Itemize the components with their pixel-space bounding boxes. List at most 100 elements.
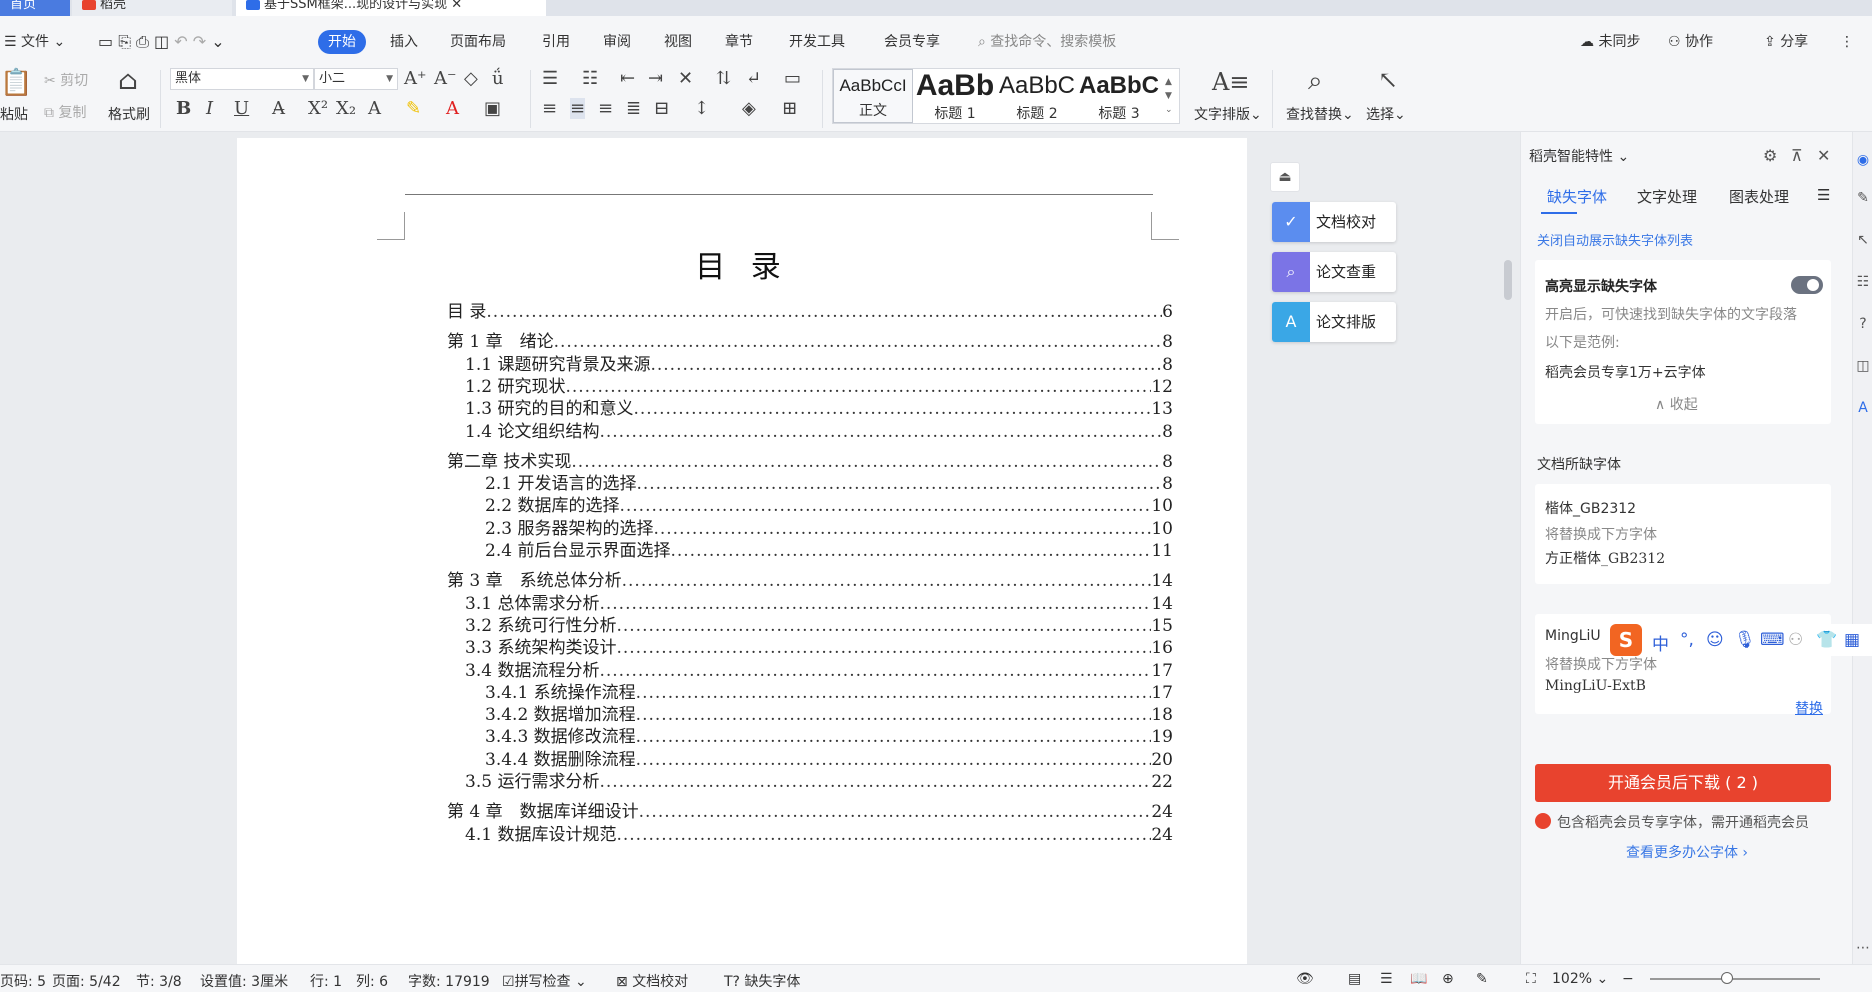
shrink-font-icon[interactable]: A⁻ [434, 68, 457, 89]
toolbox-icon[interactable]: ▦ [1844, 630, 1860, 650]
fonts-icon[interactable]: A [1855, 400, 1871, 416]
paste-icon[interactable]: 📋 [0, 68, 32, 98]
tab-missing-fonts[interactable]: 缺失字体 [1547, 186, 1607, 207]
panel-title[interactable]: 稻壳智能特性 ⌄ [1529, 146, 1629, 166]
keyboard-icon[interactable]: ⌨ [1760, 630, 1785, 650]
styles-scroll[interactable]: ▲ ▼ ⌄ [1165, 75, 1173, 117]
document-page[interactable]: 目 录 目 录6第 1 章 绪论81.1 课题研究背景及来源81.2 研究现状1… [237, 138, 1247, 964]
redo-icon[interactable]: ↷ [193, 32, 206, 51]
close-icon[interactable]: ✕ [1817, 146, 1830, 165]
decrease-indent-icon[interactable]: ⇤ [620, 68, 635, 89]
toc-entry[interactable]: 目 录 6 [447, 300, 1173, 322]
file-menu[interactable]: ☰ 文件 ⌄ [4, 30, 65, 54]
gear-icon[interactable]: ⚙ [1763, 146, 1777, 165]
increase-indent-icon[interactable]: ⇥ [648, 68, 663, 89]
align-left-icon[interactable]: ≡ [542, 98, 557, 119]
tab-document[interactable]: 基于SSM框架...现的设计与实现 ✕ [236, 0, 546, 16]
align-right-icon[interactable]: ≡ [598, 98, 613, 119]
menu-insert[interactable]: 插入 [390, 30, 418, 54]
bold-icon[interactable]: B [176, 98, 191, 119]
justify-icon[interactable]: ≣ [626, 98, 641, 119]
more-icon[interactable]: ⋯ [1855, 940, 1871, 956]
tab-text-processing[interactable]: 文字处理 [1637, 186, 1697, 207]
show-marks-icon[interactable]: ↵ [746, 68, 761, 89]
font-size-select[interactable]: 小二 ▼ [314, 68, 398, 90]
paste-button[interactable]: 粘贴 [0, 104, 28, 124]
toc-entry[interactable]: 4.1 数据库设计规范 24 [447, 823, 1173, 845]
style-heading-2[interactable]: AaBbC 标题 2 [997, 69, 1077, 123]
status-page[interactable]: 页面: 5/42 [52, 971, 121, 991]
customize-icon[interactable]: ⌄ [211, 32, 224, 51]
collapse-button[interactable]: ∧ 收起 [1655, 394, 1698, 414]
ruler-icon[interactable]: ▭ [784, 68, 801, 89]
thesis-layout-button[interactable]: A 论文排版 [1272, 302, 1396, 342]
superscript-icon[interactable]: X² [308, 98, 328, 119]
page-view-icon[interactable]: ▤ [1348, 971, 1361, 987]
menu-chapter[interactable]: 章节 [725, 30, 753, 54]
toc-entry[interactable]: 2.4 前后台显示界面选择 11 [447, 539, 1173, 561]
zoom-level[interactable]: 102% ⌄ [1552, 971, 1608, 987]
close-auto-show-link[interactable]: 关闭自动展示缺失字体列表 [1537, 230, 1693, 249]
tab-docer[interactable]: 稻壳 [72, 0, 232, 16]
menu-page-layout[interactable]: 页面布局 [450, 30, 506, 54]
text-layout-button[interactable]: 文字排版⌄ [1194, 104, 1262, 124]
find-replace-button[interactable]: 查找替换⌄ [1286, 104, 1354, 124]
replace-link[interactable]: 替换 [1795, 698, 1823, 718]
save-icon[interactable]: ▭ [98, 32, 113, 51]
sort-icon[interactable]: ⇅ [716, 68, 731, 89]
borders-icon[interactable]: ⊞ [782, 98, 797, 119]
tab-home[interactable]: 首页 [0, 0, 70, 16]
numbered-list-icon[interactable]: ☷ [582, 68, 598, 89]
print-preview-icon[interactable]: ◫ [154, 32, 169, 51]
char-border-icon[interactable]: ▣ [484, 98, 501, 119]
phonetic-icon[interactable]: ǘ [492, 68, 504, 89]
style-heading-1[interactable]: AaBb 标题 1 [915, 69, 995, 123]
doc-proofread-button[interactable]: ✓ 文档校对 [1272, 202, 1396, 242]
style-normal[interactable]: AaBbCcI 正文 [833, 69, 913, 123]
ime-mode[interactable]: 中 [1652, 630, 1669, 655]
cursor-icon[interactable]: ↖ [1378, 66, 1398, 94]
copy-button[interactable]: ⧉ 复制 [44, 102, 86, 122]
font-color-icon[interactable]: A [446, 98, 459, 119]
bullet-list-icon[interactable]: ☰ [542, 68, 558, 89]
menu-member[interactable]: 会员专享 [884, 30, 940, 54]
outline-view-icon[interactable]: ☰ [1380, 971, 1393, 987]
clear-format-icon[interactable]: ◇ [464, 68, 478, 89]
cut-button[interactable]: ✂ 剪切 [44, 70, 88, 90]
text-effect-icon[interactable]: A [368, 98, 381, 119]
more-fonts-link[interactable]: 查看更多办公字体 › [1521, 842, 1852, 862]
format-painter-button[interactable]: 格式刷 [108, 104, 150, 124]
menu-review[interactable]: 审阅 [603, 30, 631, 54]
strikethrough-icon[interactable]: A̶ [272, 98, 285, 119]
export-pdf-icon[interactable]: ⎘ [118, 32, 131, 51]
pen-icon[interactable]: ✎ [1476, 971, 1488, 987]
line-spacing-icon[interactable]: ↕ [694, 98, 709, 119]
more-icon[interactable]: ⋮ [1840, 30, 1854, 54]
thesis-check-button[interactable]: ⌕ 论文查重 [1272, 252, 1396, 292]
underline-icon[interactable]: U [234, 98, 249, 119]
share-button[interactable]: ⇪ 分享 [1764, 30, 1808, 54]
microphone-icon[interactable]: 🎙 [1734, 630, 1756, 650]
menu-start[interactable]: 开始 [318, 30, 366, 54]
status-word-count[interactable]: 字数: 17919 [408, 971, 490, 991]
command-search[interactable]: ⌕ 查找命令、搜索模板 [978, 30, 1116, 54]
menu-icon[interactable]: ☰ [1817, 186, 1830, 204]
menu-developer[interactable]: 开发工具 [789, 30, 845, 54]
toc-entry[interactable]: 1.4 论文组织结构 8 [447, 420, 1173, 442]
menu-view[interactable]: 视图 [664, 30, 692, 54]
style-heading-3[interactable]: AaBbC 标题 3 [1079, 69, 1159, 123]
vertical-scrollbar[interactable] [1502, 142, 1512, 964]
collaborate-button[interactable]: ⚇ 协作 [1668, 30, 1713, 54]
text-layout-icon[interactable]: A≡ [1212, 68, 1249, 96]
user-icon[interactable]: ⚇ [1788, 630, 1803, 650]
settings-icon[interactable]: ☷ [1855, 274, 1871, 290]
tab-chart-processing[interactable]: 图表处理 [1729, 186, 1789, 207]
smart-icon[interactable]: ◉ [1855, 152, 1871, 168]
float-collapse-button[interactable]: ⏏ [1270, 162, 1300, 192]
menu-references[interactable]: 引用 [542, 30, 570, 54]
spell-check-button[interactable]: ☑拼写检查 ⌄ [502, 971, 587, 991]
distribute-icon[interactable]: ⊟ [654, 98, 669, 119]
skin-icon[interactable]: 👕 [1816, 630, 1837, 650]
punctuation-icon[interactable]: °, [1680, 630, 1694, 650]
grow-font-icon[interactable]: A⁺ [404, 68, 427, 89]
